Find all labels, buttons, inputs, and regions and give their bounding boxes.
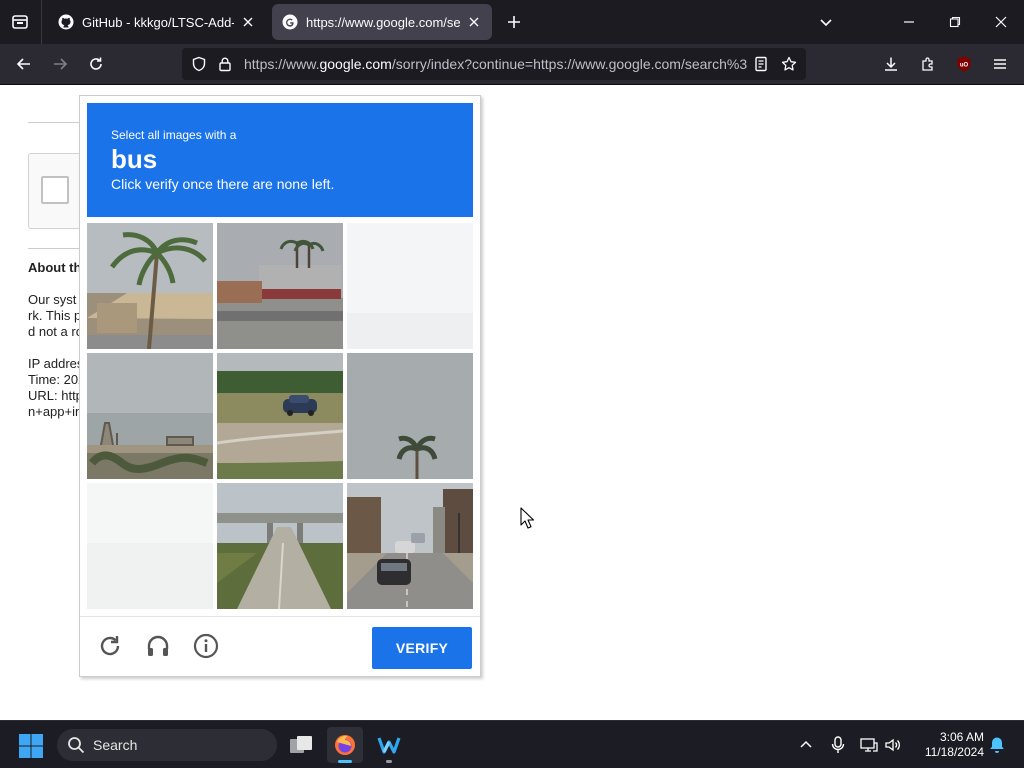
forward-arrow-icon[interactable]: [46, 50, 74, 78]
faded-blank-image: [87, 483, 213, 609]
microphone-icon[interactable]: [828, 735, 848, 755]
challenge-tile[interactable]: [87, 223, 213, 349]
challenge-tile[interactable]: [347, 483, 473, 609]
highway-overpass-image: [217, 483, 343, 609]
task-view-icon[interactable]: [283, 727, 319, 763]
taskbar-search-box[interactable]: Search: [57, 729, 277, 761]
clock-date: 11/18/2024: [924, 745, 984, 759]
volume-icon[interactable]: [883, 735, 903, 755]
restore-icon[interactable]: [941, 8, 969, 36]
shield-icon[interactable]: [190, 55, 208, 73]
extension-badge: uO: [960, 63, 969, 69]
city-street-cars-image: [347, 483, 473, 609]
body-text-line: d not a ro: [28, 324, 83, 339]
bookmark-star-icon[interactable]: [780, 55, 798, 73]
challenge-tile[interactable]: [87, 353, 213, 479]
url-text-line: URL: http: [28, 388, 83, 403]
shoreline-boats-image: [87, 353, 213, 479]
faded-blank-image: [347, 223, 473, 349]
tab-title: https://www.google.com/searc: [306, 14, 460, 30]
menu-hamburger-icon[interactable]: [986, 50, 1014, 78]
system-clock[interactable]: 3:06 AM 11/18/2024: [916, 730, 984, 760]
tab-github[interactable]: GitHub - kkkgo/LTSC-Add-Mic: [48, 4, 266, 40]
challenge-tile[interactable]: [217, 223, 343, 349]
firefox-taskbar-icon[interactable]: [327, 727, 363, 763]
url-text[interactable]: https://www.google.com/sorry/index?conti…: [244, 56, 748, 72]
palm-tree-building-image: [87, 223, 213, 349]
street-truck-palms-image: [217, 223, 343, 349]
url-path: /sorry/index?continue=https://www.google…: [391, 56, 748, 72]
lock-icon[interactable]: [216, 55, 234, 73]
url-domain: google.com: [319, 56, 392, 72]
downloads-icon[interactable]: [877, 50, 905, 78]
minimize-icon[interactable]: [895, 8, 923, 36]
challenge-instruction: Click verify once there are none left.: [111, 176, 335, 192]
url-text-line: n+app+in: [28, 404, 83, 419]
about-heading: About th: [28, 260, 82, 275]
body-text-line: Our syst: [28, 292, 77, 307]
ip-address-text: IP addres: [28, 356, 84, 371]
challenge-tile[interactable]: [87, 483, 213, 609]
verify-button[interactable]: VERIFY: [372, 627, 472, 669]
extensions-puzzle-icon[interactable]: [914, 50, 942, 78]
reload-icon[interactable]: [82, 50, 110, 78]
challenge-target: bus: [111, 144, 158, 174]
challenge-tile[interactable]: [217, 353, 343, 479]
info-icon[interactable]: [191, 631, 221, 661]
search-label: Search: [93, 737, 138, 753]
challenge-tile[interactable]: [347, 223, 473, 349]
windows-start-icon[interactable]: [18, 733, 44, 759]
ublock-origin-icon[interactable]: uO: [950, 50, 978, 78]
tab-title: GitHub - kkkgo/LTSC-Add-Mic: [82, 14, 234, 30]
url-bar[interactable]: https://www.google.com/sorry/index?conti…: [182, 48, 806, 80]
github-icon: [58, 14, 74, 30]
close-tab-icon[interactable]: [466, 14, 482, 30]
time-text: Time: 202: [28, 372, 86, 387]
app-taskbar-icon[interactable]: [371, 727, 407, 763]
firefox-view-icon[interactable]: [6, 8, 34, 36]
browser-tab-bar: GitHub - kkkgo/LTSC-Add-Mic https://www.…: [0, 0, 1024, 44]
challenge-header: Select all images with a bus Click verif…: [87, 103, 473, 217]
running-app-indicator: [386, 760, 392, 763]
challenge-image-grid: [87, 223, 473, 609]
challenge-footer: VERIFY: [80, 616, 480, 676]
reader-view-icon[interactable]: [752, 55, 770, 73]
network-icon[interactable]: [859, 735, 879, 755]
challenge-tile[interactable]: [347, 353, 473, 479]
close-tab-icon[interactable]: [240, 14, 256, 30]
road-blue-car-image: [217, 353, 343, 479]
gray-sky-tree-image: [347, 353, 473, 479]
chevron-up-icon[interactable]: [796, 735, 816, 755]
close-window-icon[interactable]: [987, 8, 1015, 36]
clock-time: 3:06 AM: [939, 730, 984, 744]
challenge-description: Select all images with a: [111, 128, 237, 142]
back-arrow-icon[interactable]: [10, 50, 38, 78]
reload-challenge-icon[interactable]: [95, 631, 125, 661]
url-prefix: https://www.: [244, 56, 320, 72]
tab-separator: [41, 0, 42, 44]
mouse-cursor-icon: [520, 507, 534, 529]
notification-bell-icon[interactable]: [987, 735, 1007, 755]
recaptcha-challenge: Select all images with a bus Click verif…: [79, 95, 481, 677]
new-tab-plus-icon[interactable]: [502, 10, 526, 34]
search-icon: [67, 736, 85, 754]
body-text-line: rk. This p: [28, 308, 82, 323]
challenge-tile[interactable]: [217, 483, 343, 609]
active-app-indicator: [338, 760, 352, 763]
google-icon: [282, 14, 298, 30]
chevron-down-icon[interactable]: [814, 10, 838, 34]
recaptcha-checkbox[interactable]: [41, 176, 69, 204]
tab-google-search[interactable]: https://www.google.com/searc: [272, 4, 492, 40]
taskbar: Search 3:06 AM 11/18/2024: [0, 720, 1024, 768]
headphones-icon[interactable]: [143, 631, 173, 661]
navigation-toolbar: https://www.google.com/sorry/index?conti…: [0, 44, 1024, 85]
